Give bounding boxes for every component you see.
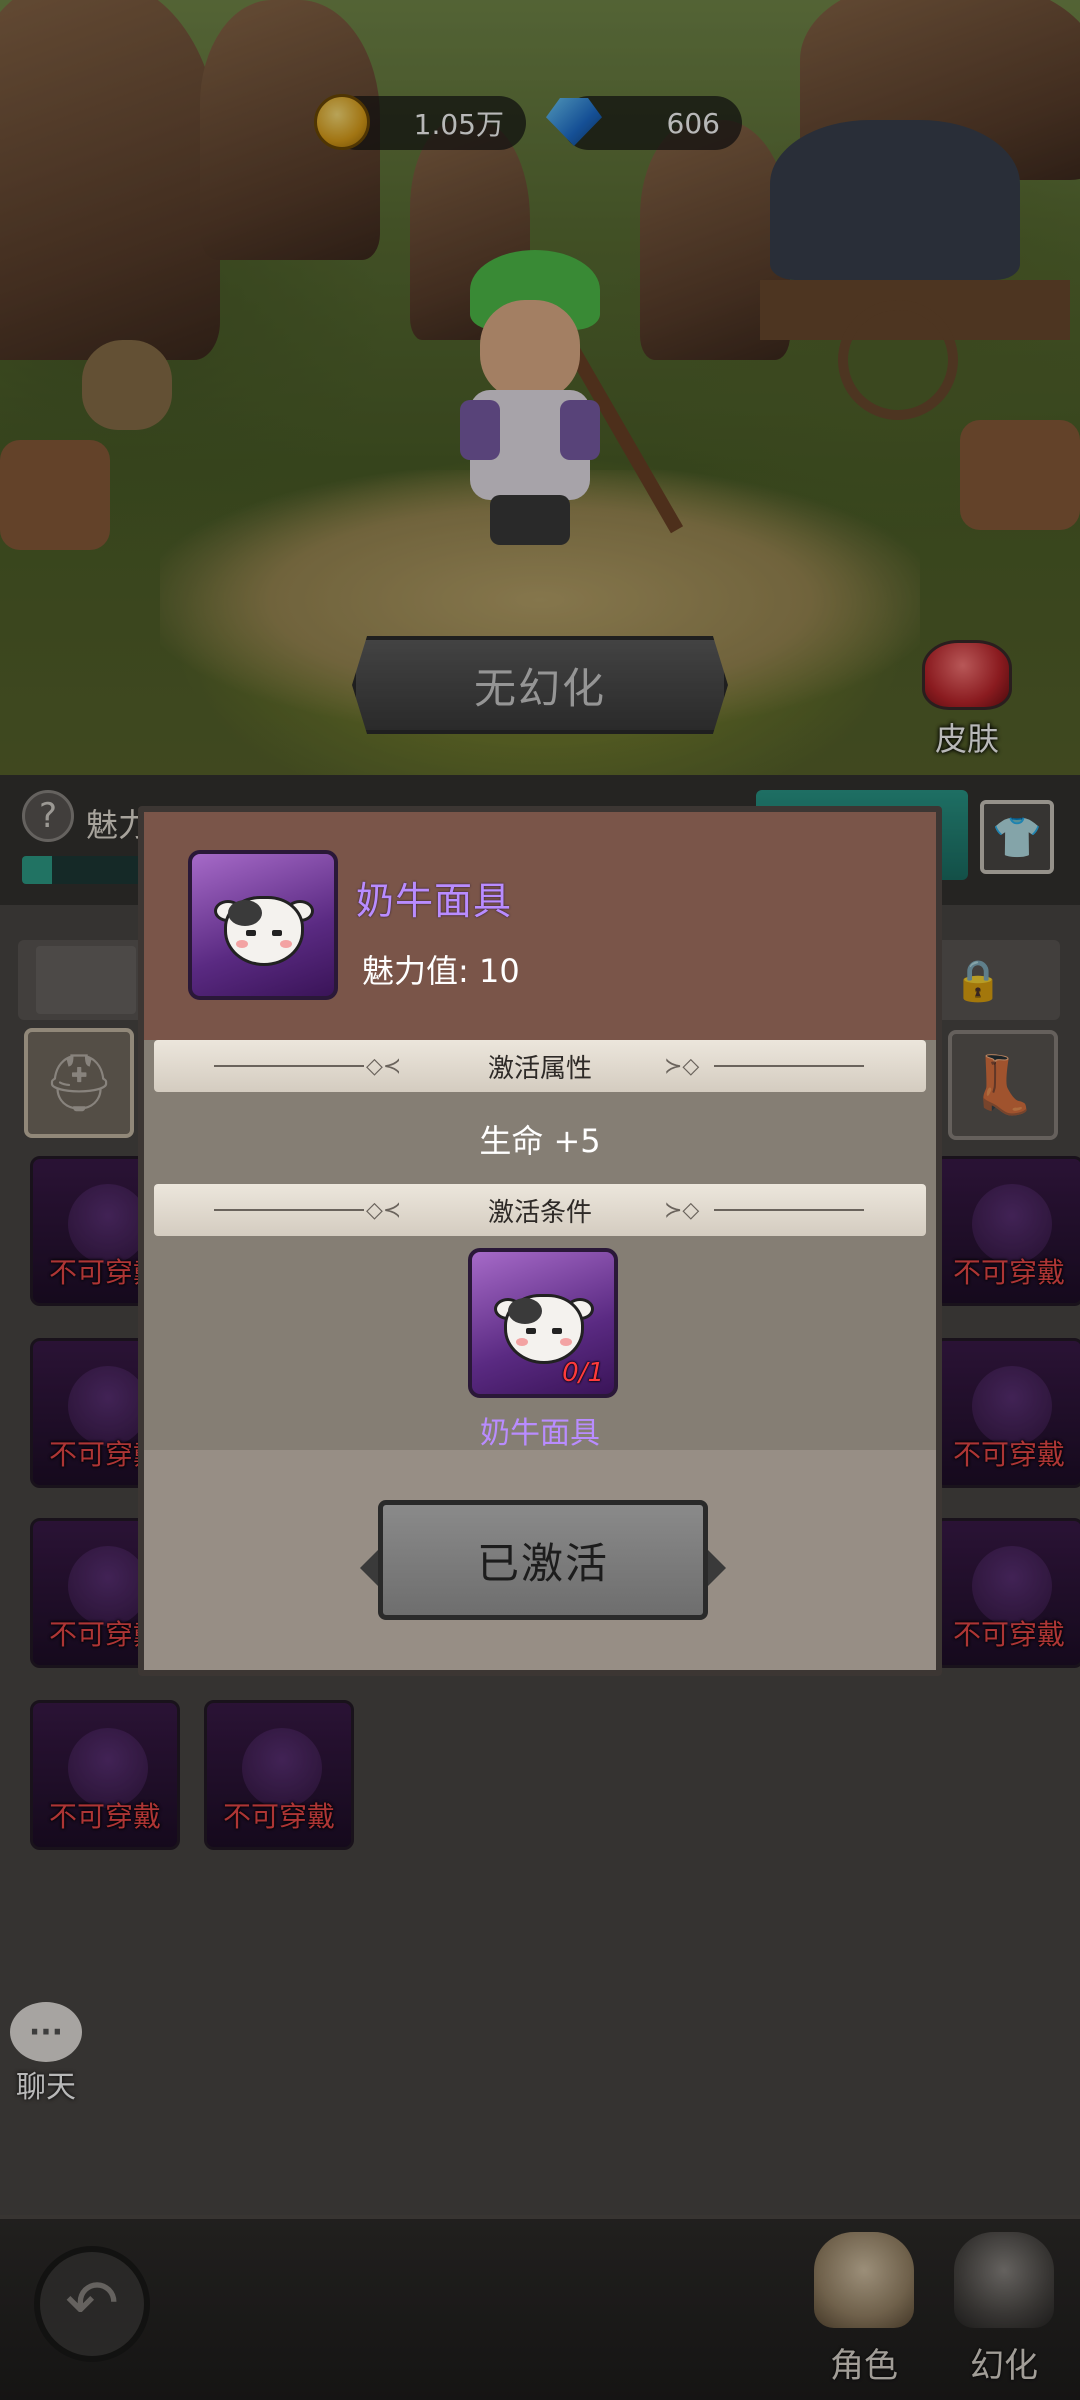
attribute-value: 生命 +5 xyxy=(479,1122,601,1160)
charm-value: 魅力值: 10 xyxy=(362,952,520,990)
ornament-left-icon: ◇≺ xyxy=(366,1198,402,1223)
button-wing-right xyxy=(708,1550,726,1586)
cow-mask-icon xyxy=(214,884,314,970)
ornament-left-icon: ◇≺ xyxy=(366,1054,402,1079)
activation-attribute-header: ◇≺ 激活属性 ≻◇ xyxy=(154,1040,926,1092)
modal-header: 奶牛面具 魅力值: 10 xyxy=(144,812,936,1040)
cond-header-text: 激活条件 xyxy=(487,1197,592,1228)
activated-button[interactable]: 已激活 xyxy=(378,1500,708,1620)
cow-mask-item-icon xyxy=(188,850,338,1000)
ornament-right-icon: ≻◇ xyxy=(664,1198,700,1223)
condition-item-name: 奶牛面具 xyxy=(480,1416,600,1451)
activated-label: 已激活 xyxy=(476,1538,609,1588)
item-detail-modal: 奶牛面具 魅力值: 10 ◇≺ 激活属性 ≻◇ 生命 +5 ◇≺ 激活条件 ≻◇… xyxy=(138,806,942,1676)
activation-condition-header: ◇≺ 激活条件 ≻◇ xyxy=(154,1184,926,1236)
cow-mask-icon xyxy=(494,1282,594,1368)
condition-count: 0/1 xyxy=(562,1358,604,1388)
item-name: 奶牛面具 xyxy=(356,879,513,923)
button-wing-left xyxy=(360,1550,378,1586)
attr-header-text: 激活属性 xyxy=(487,1053,592,1084)
condition-item-icon[interactable]: 0/1 xyxy=(468,1248,618,1398)
ornament-right-icon: ≻◇ xyxy=(664,1054,700,1079)
